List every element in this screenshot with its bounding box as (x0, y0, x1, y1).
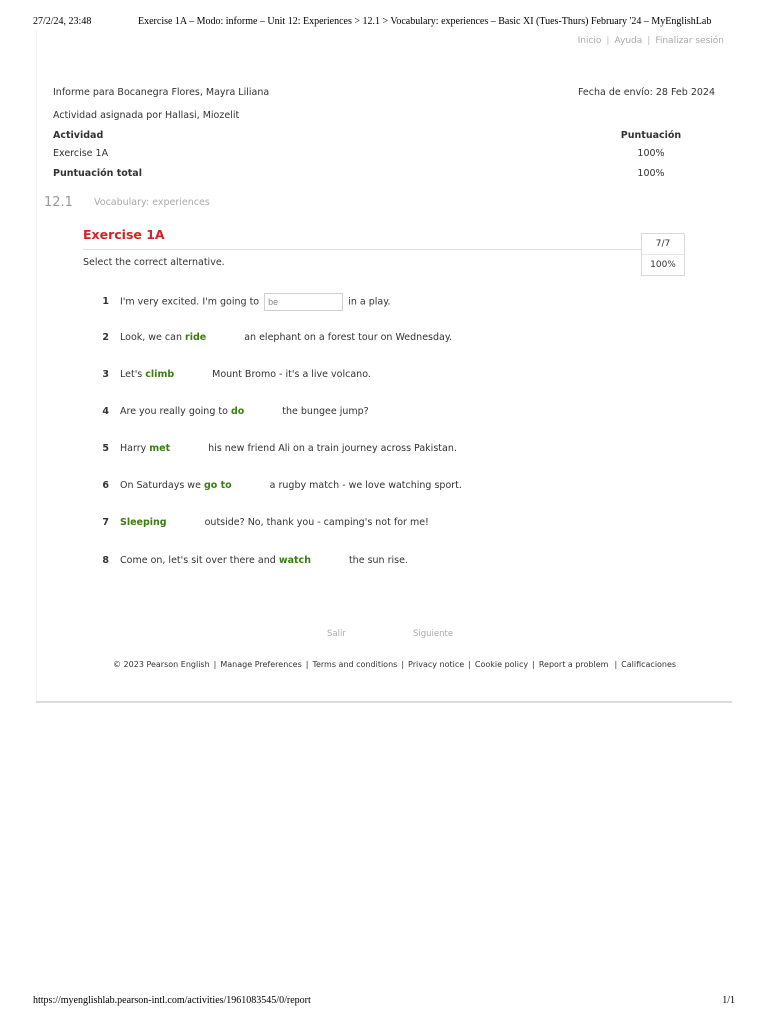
question-text-after: outside? No, thank you - camping's not f… (204, 517, 429, 528)
question-number: 4 (102, 406, 109, 417)
score-fraction: 7/7 (642, 234, 684, 255)
question-item: 7 Sleeping outside? No, thank you - campi… (0, 514, 768, 532)
footer-separator: | (213, 660, 217, 669)
exercise-title: Exercise 1A (83, 227, 165, 242)
logout-link[interactable]: Finalizar sesión (655, 36, 724, 46)
footer-separator: | (468, 660, 471, 669)
assigned-by: Actividad asignada por Hallasi, Miozelit (53, 110, 240, 121)
question-item: 1 I'm very excited. I'm going to in a pl… (0, 293, 768, 311)
next-button[interactable]: Siguiente (413, 629, 453, 639)
section-title: Vocabulary: experiences (94, 197, 210, 208)
home-link[interactable]: Inicio (578, 36, 602, 46)
column-score-header: Puntuación (620, 130, 682, 141)
column-activity-header: Actividad (53, 130, 104, 141)
question-text-after: an elephant on a forest tour on Wednesda… (244, 332, 453, 343)
question-text: On Saturdays we go to a rugby match - we … (120, 477, 462, 495)
exit-button[interactable]: Salir (327, 629, 346, 639)
activity-name: Exercise 1A (53, 148, 109, 159)
question-number: 7 (102, 517, 109, 528)
answer-input[interactable] (264, 293, 344, 311)
question-text-before: Come on, let's sit over there and (120, 555, 276, 566)
link-separator: | (606, 36, 610, 46)
question-text-after: a rugby match - we love watching sport. (269, 480, 462, 491)
question-number: 8 (102, 555, 109, 566)
question-text: Are you really going to do the bungee jum… (120, 403, 369, 421)
question-number: 5 (102, 443, 109, 454)
selected-answer[interactable]: met (149, 443, 170, 454)
footer-separator: | (532, 660, 535, 669)
selected-answer[interactable]: climb (145, 369, 174, 380)
question-number: 3 (102, 369, 109, 380)
question-text-before: Let's (120, 369, 143, 380)
grades-link[interactable]: Calificaciones (621, 660, 676, 669)
question-text-before: Harry (120, 443, 147, 454)
footer: © 2023 Pearson English | Manage Preference… (113, 660, 676, 669)
question-item: 6 On Saturdays we go to a rugby match - w… (0, 477, 768, 495)
privacy-link[interactable]: Privacy notice (408, 660, 464, 669)
selected-answer[interactable]: watch (279, 555, 311, 566)
score-percent: 100% (650, 260, 676, 270)
report-for: Informe para Bocanegra Flores, Mayra Lil… (53, 87, 270, 98)
question-text: Come on, let's sit over there and watch t… (120, 552, 408, 570)
send-date: Fecha de envío: 28 Feb 2024 (577, 87, 715, 98)
score-box: 7/7 100% (641, 233, 685, 276)
question-number: 6 (102, 480, 109, 491)
question-text: I'm very excited. I'm going to in a play… (120, 293, 391, 312)
question-number: 1 (102, 296, 109, 307)
help-link[interactable]: Ayuda (614, 36, 642, 46)
question-text: Harry met his new friend Ali on a train j… (120, 440, 457, 458)
question-text-after: in a play. (348, 296, 391, 308)
question-item: 2 Look, we can ride an elephant on a fore… (0, 329, 768, 347)
question-text: Let's climb Mount Bromo - it's a live vol… (120, 366, 371, 384)
selected-answer[interactable]: ride (185, 332, 206, 343)
print-title: Exercise 1A – Modo: informe – Unit 12: E… (138, 16, 712, 27)
question-item: 5 Harry met his new friend Ali on a train… (0, 440, 768, 458)
exercise-divider (83, 249, 643, 250)
question-text-before: Look, we can (120, 332, 182, 343)
question-item: 3 Let's climb Mount Bromo - it's a live v… (0, 366, 768, 384)
total-score-label: Puntuación total (53, 168, 142, 179)
footer-separator: | (614, 660, 618, 669)
terms-link[interactable]: Terms and conditions (312, 660, 397, 669)
print-url: https://myenglishlab.pearson-intl.com/ac… (33, 995, 311, 1006)
link-separator: | (647, 36, 651, 46)
question-text-after: his new friend Ali on a train journey ac… (208, 443, 457, 454)
cookie-policy-link[interactable]: Cookie policy (475, 660, 528, 669)
question-text-after: the sun rise. (348, 555, 408, 566)
selected-answer[interactable]: Sleeping (120, 517, 167, 528)
copyright: © 2023 Pearson English (113, 660, 210, 669)
question-text-before: On Saturdays we (120, 480, 201, 491)
total-score-value: 100% (637, 168, 665, 179)
question-text: Look, we can ride an elephant on a forest… (120, 329, 452, 347)
footer-separator: | (401, 660, 405, 669)
section-number: 12.1 (44, 195, 73, 210)
question-text-after: Mount Bromo - it's a live volcano. (212, 369, 371, 380)
question-text-before: Are you really going to (120, 406, 228, 417)
question-number: 2 (102, 332, 109, 343)
top-links: Inicio | Ayuda | Finalizar sesión (578, 36, 724, 46)
print-page-number: 1/1 (722, 995, 735, 1006)
question-text: Sleeping outside? No, thank you - camping… (120, 514, 429, 532)
question-text-after: the bungee jump? (282, 406, 369, 417)
exercise-instruction: Select the correct alternative. (83, 257, 225, 268)
question-item: 4 Are you really going to do the bungee j… (0, 403, 768, 421)
print-date: 27/2/24, 23:48 (33, 16, 92, 27)
selected-answer[interactable]: do (231, 406, 244, 417)
report-problem-link[interactable]: Report a problem (539, 660, 609, 669)
question-text-before: I'm very excited. I'm going to (120, 296, 260, 308)
question-item: 8 Come on, let's sit over there and watc… (0, 552, 768, 570)
manage-preferences-link[interactable]: Manage Preferences (220, 660, 301, 669)
card-divider (36, 701, 732, 703)
footer-separator: | (305, 660, 309, 669)
activity-score: 100% (637, 148, 665, 159)
selected-answer[interactable]: go to (204, 480, 232, 491)
